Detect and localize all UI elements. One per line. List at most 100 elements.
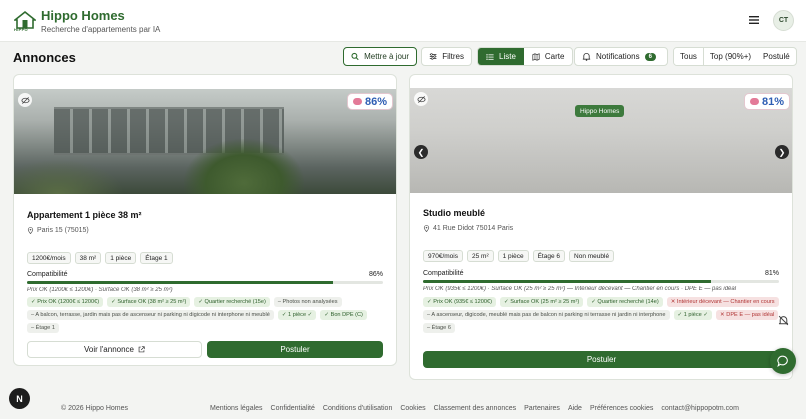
- view-listing-button[interactable]: Voir l'annonce: [27, 341, 202, 358]
- view-list-button[interactable]: Liste: [478, 48, 524, 65]
- listing-title[interactable]: Studio meublé: [423, 208, 485, 218]
- footer-link-terms[interactable]: Conditions d'utilisation: [323, 405, 392, 412]
- map-icon: [532, 52, 540, 61]
- location-pin-icon: [27, 227, 34, 234]
- compatibility-percent: 81%: [764, 270, 779, 277]
- location-pin-icon: [423, 225, 430, 232]
- listing-address: Paris 15 (75015): [27, 227, 89, 234]
- listing-facts: 1200€/mois 38 m² 1 pièce Étage 1: [27, 252, 173, 264]
- page-title: Annonces: [13, 50, 76, 65]
- filters-label: Filtres: [442, 52, 464, 61]
- hamburger-menu-icon[interactable]: [748, 14, 760, 26]
- user-avatar[interactable]: CT: [773, 10, 794, 31]
- listing-title[interactable]: Appartement 1 pièce 38 m²: [27, 210, 142, 220]
- floor-chip: Étage 1: [140, 252, 173, 264]
- criteria-tag: ✕ DPE E — pas idéal: [716, 310, 779, 320]
- compatibility-bar: [423, 280, 779, 283]
- brain-icon: [353, 98, 362, 105]
- list-icon: [486, 53, 494, 60]
- brand-tagline: Recherche d'appartements par IA: [41, 25, 161, 34]
- criteria-tag: ✓ Surface OK (25 m² ≥ 25 m²): [499, 297, 584, 307]
- match-score-value: 81%: [762, 95, 785, 108]
- view-toggle: Liste Carte: [477, 47, 574, 66]
- pagination-dot[interactable]: [583, 198, 586, 201]
- pagination-dot[interactable]: [588, 198, 591, 201]
- compatibility-bar-fill: [27, 281, 334, 284]
- eye-off-icon: [416, 95, 426, 103]
- compatibility-bar-fill: [423, 280, 712, 283]
- search-icon: [351, 52, 359, 61]
- hide-listing-icon[interactable]: [414, 92, 428, 106]
- apply-button[interactable]: Postuler: [207, 341, 383, 358]
- furnished-chip: Non meublé: [569, 250, 615, 262]
- footer-links: Mentions légales Confidentialité Conditi…: [210, 405, 739, 412]
- notifications-count-badge: 6: [644, 52, 656, 61]
- filters-button[interactable]: Filtres: [421, 47, 472, 66]
- photo-next-button[interactable]: ❯: [775, 145, 789, 159]
- compatibility-detail: Prix OK (935€ ≤ 1200€) · Surface OK (25 …: [423, 286, 737, 292]
- pagination-dot[interactable]: [603, 198, 606, 201]
- refresh-label: Mettre à jour: [364, 52, 409, 61]
- hide-listing-icon[interactable]: [18, 93, 32, 107]
- photo-foliage: [14, 159, 124, 194]
- criteria-tag: ✓ 1 pièce ✓: [277, 310, 317, 320]
- chevron-left-icon: ❮: [417, 147, 425, 157]
- footer-link-ranking[interactable]: Classement des annonces: [434, 405, 517, 412]
- pagination-dot[interactable]: [598, 198, 601, 201]
- tab-top[interactable]: Top (90%+): [704, 48, 757, 65]
- compatibility-label: Compatibilité: [423, 270, 464, 277]
- footer-link-cookie-prefs[interactable]: Préférences cookies: [590, 405, 653, 412]
- listing-facts: 970€/mois 25 m² 1 pièce Étage 6 Non meub…: [423, 250, 615, 262]
- listing-card: Hippo Homes 81% ❮ ❯ Studio meublé 41 Rue…: [409, 74, 793, 380]
- footer-link-partners[interactable]: Partenaires: [524, 405, 560, 412]
- criteria-tags: ✓ Prix OK (1200€ ≤ 1200€) ✓ Surface OK (…: [27, 297, 386, 333]
- refresh-button[interactable]: Mettre à jour: [343, 47, 417, 66]
- external-link-icon: [138, 346, 145, 353]
- listing-photo[interactable]: 86%: [14, 89, 396, 194]
- pagination-dot[interactable]: [613, 198, 616, 201]
- compatibility-label: Compatibilité: [27, 271, 68, 278]
- page-footer: © 2026 Hippo Homes Mentions légales Conf…: [0, 401, 806, 419]
- status-filter-tabs: Tous Top (90%+) Postulé: [673, 47, 797, 66]
- criteria-tag: ✓ Surface OK (38 m² ≥ 25 m²): [107, 297, 191, 307]
- notifications-button[interactable]: Notifications 6: [574, 47, 668, 66]
- tab-applied[interactable]: Postulé: [757, 48, 796, 65]
- listing-address-text: Paris 15 (75015): [37, 227, 89, 234]
- criteria-tag: ✓ Quartier recherché (14e): [587, 297, 663, 307]
- surface-chip: 38 m²: [74, 252, 102, 264]
- logo-text: HIPPO: [14, 27, 28, 32]
- footer-link-privacy[interactable]: Confidentialité: [271, 405, 315, 412]
- photo-pagination-dots: [583, 198, 616, 201]
- bell-off-icon: [778, 315, 788, 325]
- mute-notifications-button[interactable]: [776, 313, 790, 327]
- footer-link-legal[interactable]: Mentions légales: [210, 405, 263, 412]
- app-header: HIPPO Hippo Homes Recherche d'appartemen…: [0, 0, 806, 42]
- criteria-tag: – Étage 1: [27, 323, 59, 333]
- apply-button[interactable]: Postuler: [423, 351, 780, 368]
- brand-name[interactable]: Hippo Homes: [41, 8, 125, 23]
- criteria-tag: ✕ Intérieur décevant — Chantier en cours: [666, 297, 779, 307]
- footer-link-cookies[interactable]: Cookies: [400, 405, 425, 412]
- listing-address: 41 Rue Didot 75014 Paris: [423, 225, 513, 232]
- listing-photo[interactable]: Hippo Homes 81% ❮ ❯: [410, 88, 792, 201]
- footer-link-contact[interactable]: contact@hippopotm.com: [661, 405, 739, 412]
- compatibility-bar: [27, 281, 383, 284]
- photo-prev-button[interactable]: ❮: [414, 145, 428, 159]
- view-map-label: Carte: [544, 52, 565, 61]
- sliders-icon: [429, 53, 437, 60]
- match-score-badge: 81%: [744, 93, 791, 110]
- pagination-dot[interactable]: [608, 198, 611, 201]
- tab-all[interactable]: Tous: [674, 48, 704, 65]
- footer-link-help[interactable]: Aide: [568, 405, 582, 412]
- view-map-button[interactable]: Carte: [524, 48, 573, 65]
- criteria-tag: – A balcon, terrasse, jardin mais pas de…: [27, 310, 274, 320]
- pagination-dot[interactable]: [593, 198, 596, 201]
- chat-bubble-icon: [777, 355, 788, 367]
- rooms-chip: 1 pièce: [497, 250, 529, 262]
- match-score-badge: 86%: [347, 93, 394, 110]
- listing-card: 86% Appartement 1 pièce 38 m² Paris 15 (…: [13, 74, 397, 366]
- price-chip: 970€/mois: [423, 250, 463, 262]
- rooms-chip: 1 pièce: [105, 252, 137, 264]
- photo-foliage: [184, 139, 304, 194]
- chat-button[interactable]: [770, 348, 796, 374]
